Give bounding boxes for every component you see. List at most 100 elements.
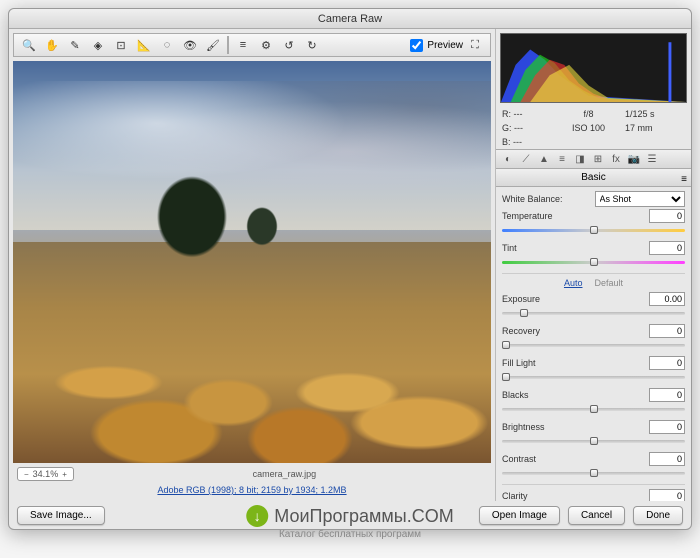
crop-icon[interactable]: ⊡: [110, 36, 132, 54]
image-preview[interactable]: [13, 61, 491, 463]
clarity-label: Clarity: [502, 491, 645, 501]
tab-lens-icon[interactable]: ⊞: [590, 152, 606, 166]
contrast-row: Contrast: [502, 452, 685, 478]
info-row-2: G: --- ISO 100 17 mm: [496, 121, 691, 135]
recovery-slider[interactable]: [502, 340, 685, 350]
zoom-in-icon[interactable]: +: [62, 470, 67, 479]
temperature-label: Temperature: [502, 211, 645, 221]
tab-fx-icon[interactable]: fx: [608, 152, 624, 166]
blacks-value[interactable]: [649, 388, 685, 402]
clarity-value[interactable]: [649, 489, 685, 501]
blacks-slider[interactable]: [502, 404, 685, 414]
tint-slider[interactable]: [502, 257, 685, 267]
preview-checkbox[interactable]: Preview: [410, 39, 463, 52]
auto-default-row: Auto Default: [502, 278, 685, 288]
cancel-button[interactable]: Cancel: [568, 506, 625, 525]
info-aperture: f/8: [552, 109, 625, 119]
temperature-slider[interactable]: [502, 225, 685, 235]
zoom-icon[interactable]: 🔍: [18, 36, 40, 54]
info-b-channel: B: ---: [502, 137, 552, 147]
watermark-subtitle: Каталог бесплатных программ: [279, 529, 421, 540]
brightness-value[interactable]: [649, 420, 685, 434]
bottom-bar: Save Image... Open Image Cancel Done: [9, 501, 691, 529]
panel-menu-icon[interactable]: ≡: [681, 171, 687, 189]
info-g-channel: G: ---: [502, 123, 552, 133]
info-shutter: 1/125 s: [625, 109, 685, 119]
fullscreen-icon[interactable]: ⛶: [464, 36, 486, 54]
straighten-icon[interactable]: 📐: [133, 36, 155, 54]
brightness-label: Brightness: [502, 422, 645, 432]
tab-split-icon[interactable]: ◨: [572, 152, 588, 166]
clarity-row: Clarity: [502, 489, 685, 501]
info-row-1: R: --- f/8 1/125 s: [496, 107, 691, 121]
preview-check-input[interactable]: [410, 39, 423, 52]
rotate-cw-icon[interactable]: ↻: [301, 36, 323, 54]
white-balance-label: White Balance:: [502, 194, 591, 204]
fill-light-row: Fill Light: [502, 356, 685, 382]
spot-icon[interactable]: ◌: [156, 36, 178, 54]
blacks-row: Blacks: [502, 388, 685, 414]
exposure-slider[interactable]: [502, 308, 685, 318]
info-iso: ISO 100: [552, 123, 625, 133]
tab-hsl-icon[interactable]: ≡: [554, 152, 570, 166]
recovery-value[interactable]: [649, 324, 685, 338]
temperature-row: Temperature: [502, 209, 685, 235]
brush-icon[interactable]: 🖌: [202, 36, 224, 54]
contrast-slider[interactable]: [502, 468, 685, 478]
white-balance-select[interactable]: As Shot: [595, 191, 686, 207]
basic-panel: White Balance: As Shot Temperature: [496, 187, 691, 501]
rotate-ccw-icon[interactable]: ↺: [278, 36, 300, 54]
fill-light-slider[interactable]: [502, 372, 685, 382]
left-pane: 🔍 ✋ ✎ ◈ ⊡ 📐 ◌ 👁 🖌 ≡ ⚙ ↺ ↻ Preview ⛶: [9, 29, 495, 501]
brightness-slider[interactable]: [502, 436, 685, 446]
contrast-value[interactable]: [649, 452, 685, 466]
color-sampler-icon[interactable]: ◈: [87, 36, 109, 54]
open-image-button[interactable]: Open Image: [479, 506, 560, 525]
camera-raw-window: Camera Raw 🔍 ✋ ✎ ◈ ⊡ 📐 ◌ 👁 🖌 ≡ ⚙ ↺ ↻: [8, 8, 692, 530]
done-button[interactable]: Done: [633, 506, 683, 525]
info-row-3: B: ---: [496, 135, 691, 149]
zoom-value: 34.1%: [33, 469, 59, 479]
white-balance-row: White Balance: As Shot: [502, 191, 685, 207]
list-icon[interactable]: ≡: [232, 36, 254, 54]
auto-link[interactable]: Auto: [564, 278, 583, 288]
toolbar-separator: [227, 36, 229, 54]
default-link[interactable]: Default: [594, 278, 623, 288]
brightness-row: Brightness: [502, 420, 685, 446]
blacks-label: Blacks: [502, 390, 645, 400]
exposure-value[interactable]: [649, 292, 685, 306]
fill-light-label: Fill Light: [502, 358, 645, 368]
panel-title: Basic ≡: [496, 169, 691, 187]
histogram[interactable]: [500, 33, 687, 103]
tab-basic-icon[interactable]: ◐: [500, 152, 516, 166]
recovery-row: Recovery: [502, 324, 685, 350]
tab-detail-icon[interactable]: ▲: [536, 152, 552, 166]
exposure-row: Exposure: [502, 292, 685, 318]
tint-value[interactable]: [649, 241, 685, 255]
right-panel: R: --- f/8 1/125 s G: --- ISO 100 17 mm …: [495, 29, 691, 501]
prefs-icon[interactable]: ⚙: [255, 36, 277, 54]
tint-label: Tint: [502, 243, 645, 253]
info-focal: 17 mm: [625, 123, 685, 133]
contrast-label: Contrast: [502, 454, 645, 464]
tab-curve-icon[interactable]: ⟋: [518, 152, 534, 166]
tab-camera-icon[interactable]: 📷: [626, 152, 642, 166]
hand-icon[interactable]: ✋: [41, 36, 63, 54]
tab-presets-icon[interactable]: ☰: [644, 152, 660, 166]
save-image-button[interactable]: Save Image...: [17, 506, 105, 525]
filename-label: camera_raw.jpg: [82, 469, 487, 479]
metadata-link[interactable]: Adobe RGB (1998); 8 bit; 2159 by 1934; 1…: [13, 483, 491, 497]
preview-image: [13, 61, 491, 463]
temperature-value[interactable]: [649, 209, 685, 223]
window-title: Camera Raw: [9, 9, 691, 29]
zoom-control[interactable]: − 34.1% +: [17, 467, 74, 481]
exposure-label: Exposure: [502, 294, 645, 304]
tint-row: Tint: [502, 241, 685, 267]
zoom-out-icon[interactable]: −: [24, 470, 29, 479]
panel-tabs: ◐ ⟋ ▲ ≡ ◨ ⊞ fx 📷 ☰: [496, 149, 691, 169]
info-r-channel: R: ---: [502, 109, 552, 119]
redeye-icon[interactable]: 👁: [179, 36, 201, 54]
eyedropper-icon[interactable]: ✎: [64, 36, 86, 54]
toolbar: 🔍 ✋ ✎ ◈ ⊡ 📐 ◌ 👁 🖌 ≡ ⚙ ↺ ↻ Preview ⛶: [13, 33, 491, 57]
fill-light-value[interactable]: [649, 356, 685, 370]
